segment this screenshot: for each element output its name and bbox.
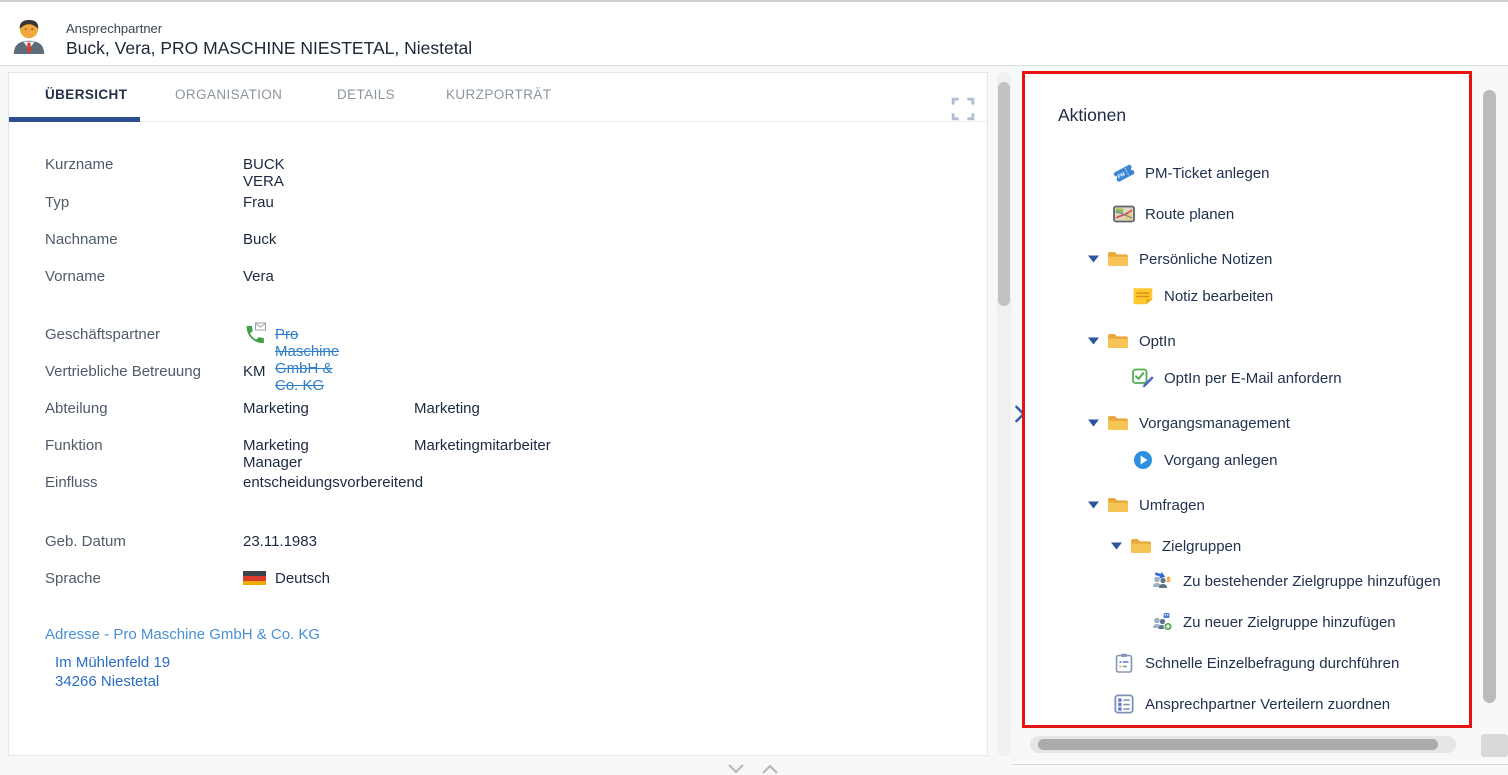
active-tab-indicator [9,117,140,122]
action-group-vorgangsmanagement[interactable]: Vorgangsmanagement [1088,413,1290,433]
action-notiz-bearbeiten[interactable]: Notiz bearbeiten [1132,286,1273,306]
action-label: Persönliche Notizen [1139,251,1272,268]
tab-kurzportraet[interactable]: KURZPORTRÄT [446,87,551,102]
actions-panel-title: Aktionen [1058,105,1126,126]
optin-check-pen-icon [1132,368,1154,388]
field-label: Kurzname [45,156,235,173]
field-label: Vorname [45,268,235,285]
clipboard-survey-icon [1113,653,1135,673]
action-label: Vorgangsmanagement [1139,415,1290,432]
panel-bottom-divider [1012,764,1508,765]
business-partner-link[interactable]: Pro Maschine GmbH & Co. KG [275,326,339,394]
action-label: Schnelle Einzelbefragung durchführen [1145,655,1399,672]
field-value-2: Marketing [414,400,480,417]
tab-bar: ÜBERSICHT ORGANISATION DETAILS KURZPORTR… [9,73,987,122]
field-value: Frau [243,194,274,211]
contact-avatar-icon [10,16,48,54]
field-label: Geschäftspartner [45,326,235,343]
page-title: Buck, Vera, PRO MASCHINE NIESTETAL, Nies… [66,38,472,59]
caret-down-icon[interactable] [1088,419,1099,427]
action-label: Vorgang anlegen [1164,452,1277,469]
action-pm-ticket-anlegen[interactable]: PM PM-Ticket anlegen [1113,163,1270,183]
field-label: Funktion [45,437,235,454]
bottom-pager-controls [726,763,780,775]
field-label: Geb. Datum [45,533,235,550]
action-group-umfragen[interactable]: Umfragen [1088,495,1205,515]
app-window: Ansprechpartner Buck, Vera, PRO MASCHINE… [0,0,1508,772]
folder-icon [1107,413,1129,433]
action-schnelle-einzelbefragung[interactable]: Schnelle Einzelbefragung durchführen [1113,653,1399,673]
field-value: BUCK VERA [243,156,285,190]
chevron-down-icon[interactable] [726,763,746,775]
panel-hscrollbar-thumb[interactable] [1038,739,1438,750]
field-label: Sprache [45,570,235,587]
folder-icon [1130,536,1152,556]
panel-vscrollbar-thumb[interactable] [1483,90,1496,703]
chevron-up-icon[interactable] [760,763,780,775]
field-label: Typ [45,194,235,211]
action-label: Notiz bearbeiten [1164,288,1273,305]
pm-ticket-icon: PM [1113,163,1135,183]
action-label: Umfragen [1139,497,1205,514]
action-label: Route planen [1145,206,1234,223]
action-zu-bestehender-zielgruppe[interactable]: Zu bestehender Zielgruppe hinzufügen [1151,571,1441,591]
phone-mail-icon[interactable] [243,322,267,346]
group-add-plus-icon [1151,612,1173,632]
action-route-planen[interactable]: Route planen [1113,204,1234,224]
folder-icon [1107,331,1129,351]
tab-details[interactable]: DETAILS [337,87,395,102]
field-value: Deutsch [275,570,330,587]
german-flag-icon [243,571,266,585]
scrollbar-corner [1481,734,1508,757]
expand-fullscreen-icon[interactable] [951,97,975,121]
route-map-icon [1113,204,1135,224]
caret-down-icon[interactable] [1088,501,1099,509]
field-label: Einfluss [45,474,235,491]
address-line-2[interactable]: 34266 Niestetal [55,673,159,690]
folder-icon [1107,249,1129,269]
play-circle-icon [1132,450,1154,470]
field-value: 23.11.1983 [243,533,317,550]
address-line-1[interactable]: Im Mühlenfeld 19 [55,654,170,671]
action-group-optin[interactable]: OptIn [1088,331,1176,351]
address-heading-link[interactable]: Adresse - Pro Maschine GmbH & Co. KG [45,626,320,643]
field-value: Marketing [243,400,309,417]
record-type-label: Ansprechpartner [66,21,162,36]
action-label: Zielgruppen [1162,538,1241,555]
field-label: Vertriebliche Betreuung [45,363,235,380]
folder-icon [1107,495,1129,515]
tab-organisation[interactable]: ORGANISATION [175,87,282,102]
action-label: OptIn per E-Mail anfordern [1164,370,1342,387]
field-value: Marketing Manager [243,437,309,471]
field-value: Buck [243,231,276,248]
group-add-arrow-icon [1151,571,1173,591]
overview-card: ÜBERSICHT ORGANISATION DETAILS KURZPORTR… [8,72,988,756]
field-label: Nachname [45,231,235,248]
action-label: Zu neuer Zielgruppe hinzufügen [1183,614,1396,631]
actions-panel: Aktionen PM PM-Ticket anlegen [1025,75,1469,725]
field-label: Abteilung [45,400,235,417]
action-verteilern-zuordnen[interactable]: Ansprechpartner Verteilern zuordnen [1113,694,1390,714]
action-label: PM-Ticket anlegen [1145,165,1270,182]
action-zu-neuer-zielgruppe[interactable]: Zu neuer Zielgruppe hinzufügen [1151,612,1396,632]
distribution-list-icon [1113,694,1135,714]
field-value: entscheidungsvorbereitend [243,474,423,491]
field-value: Vera [243,268,274,285]
action-label: Ansprechpartner Verteilern zuordnen [1145,696,1390,713]
caret-down-icon[interactable] [1088,255,1099,263]
field-value: KM [243,363,266,380]
action-label: Zu bestehender Zielgruppe hinzufügen [1183,573,1441,590]
note-icon [1132,286,1154,306]
tab-uebersicht[interactable]: ÜBERSICHT [45,87,127,102]
record-header: Ansprechpartner Buck, Vera, PRO MASCHINE… [0,0,1508,66]
main-scrollbar-thumb[interactable] [998,82,1010,306]
field-value-2: Marketingmitarbeiter [414,437,551,454]
action-optin-email-anfordern[interactable]: OptIn per E-Mail anfordern [1132,368,1342,388]
action-group-persoenliche-notizen[interactable]: Persönliche Notizen [1088,249,1272,269]
action-group-zielgruppen[interactable]: Zielgruppen [1111,536,1241,556]
caret-down-icon[interactable] [1088,337,1099,345]
action-vorgang-anlegen[interactable]: Vorgang anlegen [1132,450,1277,470]
action-label: OptIn [1139,333,1176,350]
caret-down-icon[interactable] [1111,542,1122,550]
